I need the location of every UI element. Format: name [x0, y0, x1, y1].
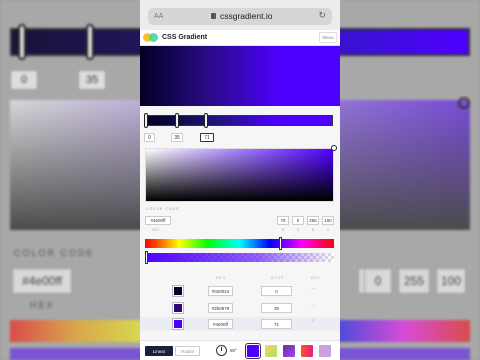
radial-label: Radial	[181, 348, 194, 354]
stop-position-field[interactable]: 0	[261, 286, 292, 296]
stop-hex-input[interactable]: #020024	[208, 286, 233, 296]
stop-handle-0[interactable]	[144, 113, 148, 128]
bg-rgba-field: 0	[364, 268, 392, 294]
phone-screen: AA cssgradient.io ↻ CSS Gradient Menu 0 …	[140, 0, 340, 360]
preset-swatch[interactable]	[283, 345, 295, 357]
stop-row[interactable]: #2b0979 35 –	[140, 301, 340, 315]
alpha-label: A	[326, 228, 330, 232]
site-header: CSS Gradient Menu	[140, 30, 340, 46]
bottom-toolbar: Linear Radial 90°	[140, 340, 340, 360]
url-text[interactable]: cssgradient.io	[220, 11, 272, 21]
delete-stop-icon[interactable]: ×	[311, 318, 315, 325]
picker-cursor[interactable]	[331, 145, 337, 151]
bg-rgba-field: 255	[398, 268, 430, 294]
angle-value[interactable]: 90°	[230, 348, 237, 353]
stop-position-field[interactable]: 35	[261, 303, 292, 313]
preset-swatch[interactable]	[245, 343, 261, 359]
bg-rgba-field: 100	[436, 268, 466, 294]
bg-slider-handle	[86, 24, 94, 60]
logo-icon[interactable]	[143, 32, 159, 43]
hex-input[interactable]: #4e00ff	[145, 216, 171, 225]
blue-input[interactable]: 255	[307, 216, 319, 225]
stop-hex-input[interactable]: #2b0979	[208, 303, 233, 313]
bg-hex-sub: HEX	[30, 300, 55, 310]
stop-hex-input[interactable]: #4e00ff	[208, 319, 233, 329]
reload-icon[interactable]: ↻	[318, 10, 326, 21]
column-header-delete: DEL	[311, 276, 321, 280]
blue-label: B	[311, 228, 315, 232]
gradient-preview	[140, 46, 340, 106]
bg-color-code-label: COLOR CODE	[14, 248, 95, 258]
bg-stop-input: 35	[78, 70, 106, 90]
stop-position-input[interactable]: 35	[171, 133, 183, 142]
alpha-input[interactable]: 100	[322, 216, 334, 225]
bg-hex-field: #4e00ff	[12, 268, 72, 294]
stop-swatch[interactable]	[172, 302, 184, 314]
bg-picker-dot	[458, 97, 470, 109]
bg-stop-input: 0	[10, 70, 38, 90]
green-input[interactable]: 0	[292, 216, 304, 225]
stop-row[interactable]: #020024 0 –	[140, 284, 340, 298]
stop-position-input-active[interactable]: 71	[200, 133, 214, 142]
red-label: R	[281, 228, 285, 232]
preset-swatch[interactable]	[301, 345, 313, 357]
stop-handle-1[interactable]	[175, 113, 179, 128]
linear-button[interactable]: Linear	[145, 346, 173, 356]
stop-swatch[interactable]	[172, 318, 184, 330]
linear-label: Linear	[152, 348, 166, 354]
stop-position-input[interactable]: 0	[144, 133, 155, 142]
hex-sub-label: HEX	[152, 228, 160, 232]
red-input[interactable]: 78	[277, 216, 289, 225]
saturation-value-picker[interactable]	[145, 148, 334, 202]
preset-swatch[interactable]	[265, 345, 277, 357]
alpha-slider[interactable]	[145, 253, 334, 262]
radial-button[interactable]: Radial	[175, 346, 200, 356]
stop-handle-2[interactable]	[204, 113, 208, 128]
delete-stop-icon[interactable]: –	[311, 302, 315, 309]
lock-icon	[211, 13, 216, 19]
hue-slider[interactable]	[145, 239, 334, 248]
text-size-button[interactable]: AA	[154, 13, 163, 20]
column-header-stop: STOP	[271, 276, 285, 280]
gradient-editor-panel: 0 35 71 COLOR CODE #4e00ff HEX 78 0 255 …	[140, 106, 340, 360]
url-pill[interactable]: AA cssgradient.io ↻	[148, 8, 332, 25]
stop-swatch[interactable]	[172, 285, 184, 297]
browser-address-bar: AA cssgradient.io ↻	[140, 0, 340, 30]
angle-dial-icon[interactable]	[216, 345, 227, 356]
bg-slider-handle	[18, 24, 26, 60]
hue-slider-handle[interactable]	[279, 237, 282, 250]
column-header-hex: HEX	[216, 276, 227, 280]
color-code-label: COLOR CODE	[146, 207, 180, 211]
menu-button[interactable]: Menu	[319, 32, 337, 43]
site-brand[interactable]: CSS Gradient	[162, 34, 207, 41]
green-label: G	[296, 228, 300, 232]
delete-stop-icon[interactable]: –	[311, 285, 315, 292]
stop-row-active[interactable]: #4e00ff 71 ×	[140, 317, 340, 331]
gradient-stop-slider[interactable]	[145, 115, 333, 126]
stop-position-field[interactable]: 71	[261, 319, 292, 329]
alpha-slider-handle[interactable]	[145, 251, 148, 264]
preset-swatch[interactable]	[319, 345, 331, 357]
